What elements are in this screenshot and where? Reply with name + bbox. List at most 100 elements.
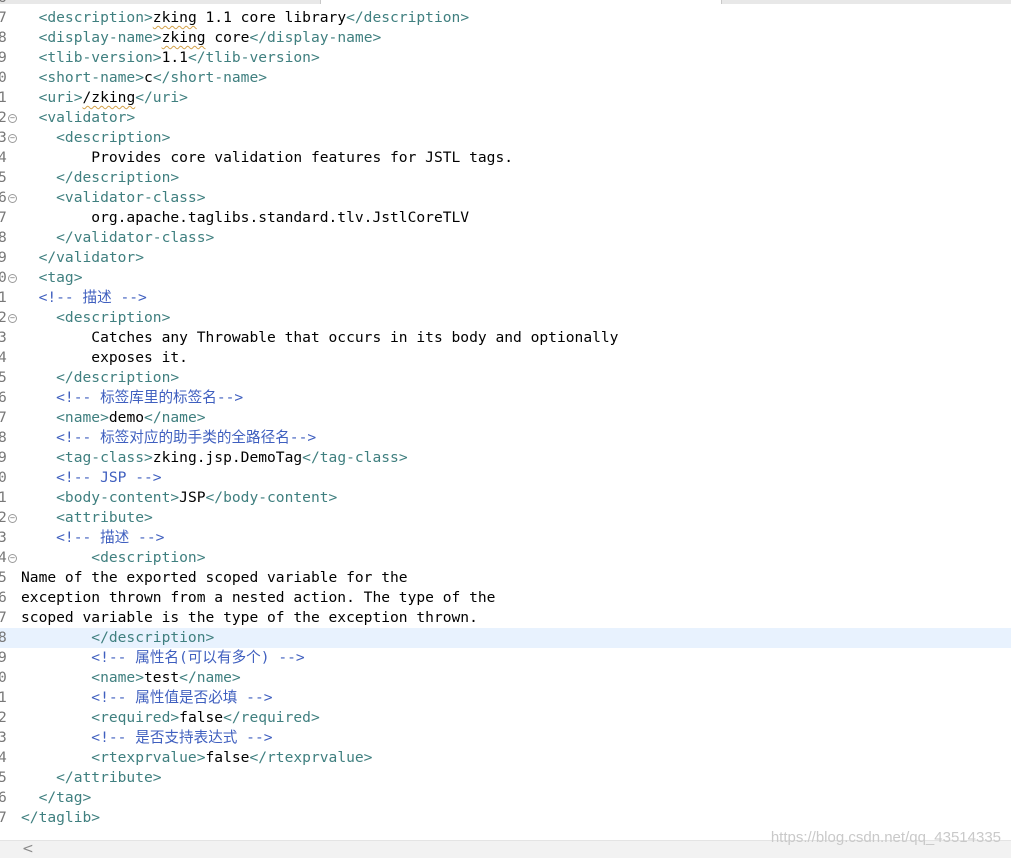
- code-line[interactable]: 3− <description>: [0, 128, 1011, 148]
- line-number: 7: [0, 609, 7, 626]
- code-text: exposes it.: [21, 348, 188, 368]
- code-line[interactable]: 5 </attribute>: [0, 768, 1011, 788]
- line-number: 8: [0, 29, 7, 46]
- collapse-fold-icon[interactable]: −: [8, 554, 17, 563]
- xml-text-token: zking: [161, 29, 206, 46]
- code-line[interactable]: 3 <!-- 描述 -->: [0, 528, 1011, 548]
- collapse-fold-icon[interactable]: −: [8, 194, 17, 203]
- code-text: Provides core validation features for JS…: [21, 148, 513, 168]
- xml-text-token: zking: [152, 9, 197, 26]
- collapse-fold-icon[interactable]: −: [8, 514, 17, 523]
- xml-source-editor[interactable]: 67 <description>zking 1.1 core library</…: [0, 0, 1011, 828]
- code-line[interactable]: 6− <validator-class>: [0, 188, 1011, 208]
- code-line[interactable]: 8 <display-name>zking core</display-name…: [0, 28, 1011, 48]
- xml-tag-token: </short-name>: [152, 69, 268, 86]
- code-line[interactable]: 5 </description>: [0, 168, 1011, 188]
- line-number: 9: [0, 449, 7, 466]
- code-text: <short-name>c</short-name>: [21, 68, 267, 88]
- code-line[interactable]: 7 scoped variable is the type of the exce…: [0, 608, 1011, 628]
- xml-tag-token: </description>: [21, 369, 180, 386]
- code-text: <display-name>zking core</display-name>: [21, 28, 382, 48]
- code-line[interactable]: 7 org.apache.taglibs.standard.tlv.JstlCo…: [0, 208, 1011, 228]
- collapse-fold-icon[interactable]: −: [8, 274, 17, 283]
- xml-text-token: false: [205, 749, 250, 766]
- xml-tag-token: </required>: [223, 709, 320, 726]
- code-line[interactable]: 7 <description>zking 1.1 core library</d…: [0, 8, 1011, 28]
- code-text: </validator-class>: [21, 228, 214, 248]
- code-line[interactable]: 6 exception thrown from a nested action. …: [0, 588, 1011, 608]
- xml-comment-token: <!-- 属性名(可以有多个) -->: [21, 649, 305, 666]
- code-text: <!-- 属性值是否必填 -->: [21, 688, 272, 708]
- xml-tag-token: </validator-class>: [21, 229, 215, 246]
- xml-tag-token: <rtexprvalue>: [21, 749, 206, 766]
- code-text: </description>: [21, 368, 179, 388]
- code-line[interactable]: 4 Provides core validation features for …: [0, 148, 1011, 168]
- code-text: org.apache.taglibs.standard.tlv.JstlCore…: [21, 208, 469, 228]
- code-line[interactable]: 9 <!-- 属性名(可以有多个) -->: [0, 648, 1011, 668]
- line-number: 4: [0, 349, 7, 366]
- line-number: 5: [0, 769, 7, 786]
- code-line[interactable]: 2− <description>: [0, 308, 1011, 328]
- code-line[interactable]: 6 <!-- 标签库里的标签名-->: [0, 388, 1011, 408]
- code-text: <body-content>JSP</body-content>: [21, 488, 337, 508]
- code-text: <!-- JSP -->: [21, 468, 162, 488]
- code-text: <name>demo</name>: [21, 408, 205, 428]
- code-line[interactable]: 1 <uri>/zking</uri>: [0, 88, 1011, 108]
- xml-tag-token: </tag-class>: [302, 449, 408, 466]
- code-line[interactable]: 5 Name of the exported scoped variable fo…: [0, 568, 1011, 588]
- code-line[interactable]: 9 <tag-class>zking.jsp.DemoTag</tag-clas…: [0, 448, 1011, 468]
- line-number: 7: [0, 9, 7, 26]
- code-text: </attribute>: [21, 768, 161, 788]
- xml-comment-token: <!-- JSP -->: [21, 469, 162, 486]
- code-text: </validator>: [21, 248, 144, 268]
- xml-text-token: org.apache.taglibs.standard.tlv.JstlCore…: [21, 209, 470, 226]
- code-line[interactable]: 1 <body-content>JSP</body-content>: [0, 488, 1011, 508]
- code-line[interactable]: 2− <validator>: [0, 108, 1011, 128]
- xml-tag-token: <description>: [21, 129, 171, 146]
- code-line[interactable]: 0 <short-name>c</short-name>: [0, 68, 1011, 88]
- xml-text-token: JSP: [179, 489, 206, 506]
- xml-tag-token: <validator>: [21, 109, 136, 126]
- code-text: <!-- 标签库里的标签名-->: [21, 388, 243, 408]
- code-line[interactable]: 4− <description>: [0, 548, 1011, 568]
- code-line[interactable]: 1 <!-- 属性值是否必填 -->: [0, 688, 1011, 708]
- code-text: </description>: [21, 628, 214, 648]
- code-line[interactable]: 4 <rtexprvalue>false</rtexprvalue>: [0, 748, 1011, 768]
- collapse-fold-icon[interactable]: −: [8, 314, 17, 323]
- code-line[interactable]: 3 <!-- 是否支持表达式 -->: [0, 728, 1011, 748]
- line-number: 9: [0, 249, 7, 266]
- line-number: 2: [0, 709, 7, 726]
- code-line[interactable]: 6: [0, 0, 1011, 8]
- code-line[interactable]: 7 <name>demo</name>: [0, 408, 1011, 428]
- code-line[interactable]: 2 <required>false</required>: [0, 708, 1011, 728]
- code-line[interactable]: 0− <tag>: [0, 268, 1011, 288]
- code-line[interactable]: 6 </tag>: [0, 788, 1011, 808]
- code-text: <tlib-version>1.1</tlib-version>: [21, 48, 320, 68]
- collapse-fold-icon[interactable]: −: [8, 134, 17, 143]
- code-text: </tag>: [21, 788, 92, 808]
- code-line[interactable]: 7 </taglib>: [0, 808, 1011, 828]
- line-number: 6: [0, 389, 7, 406]
- code-line[interactable]: 8 </validator-class>: [0, 228, 1011, 248]
- code-text: </taglib>: [21, 808, 100, 828]
- xml-comment-token: <!-- 描述 -->: [21, 529, 165, 546]
- code-line[interactable]: 2− <attribute>: [0, 508, 1011, 528]
- code-line[interactable]: 8 </description>: [0, 628, 1011, 648]
- scroll-left-arrow-icon[interactable]: <: [22, 841, 34, 858]
- code-line[interactable]: 8 <!-- 标签对应的助手类的全路径名-->: [0, 428, 1011, 448]
- code-line[interactable]: 4 exposes it.: [0, 348, 1011, 368]
- code-line[interactable]: 0 <!-- JSP -->: [0, 468, 1011, 488]
- code-text: <validator>: [21, 108, 136, 128]
- code-line[interactable]: 5 </description>: [0, 368, 1011, 388]
- line-number: 6: [0, 0, 12, 8]
- code-line[interactable]: 1 <!-- 描述 -->: [0, 288, 1011, 308]
- code-line[interactable]: 9 <tlib-version>1.1</tlib-version>: [0, 48, 1011, 68]
- code-line[interactable]: 3 Catches any Throwable that occurs in i…: [0, 328, 1011, 348]
- code-line[interactable]: 9 </validator>: [0, 248, 1011, 268]
- collapse-fold-icon[interactable]: −: [8, 114, 17, 123]
- code-text: <tag>: [21, 268, 83, 288]
- xml-tag-token: <required>: [21, 709, 180, 726]
- xml-text-token: exception thrown from a nested action. T…: [21, 589, 496, 606]
- code-text: Name of the exported scoped variable for…: [21, 568, 408, 588]
- code-line[interactable]: 0 <name>test</name>: [0, 668, 1011, 688]
